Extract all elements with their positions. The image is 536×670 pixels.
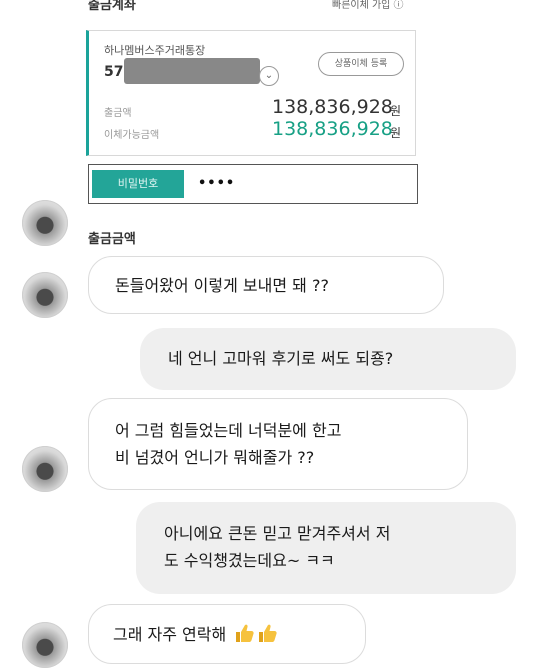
- balance-unit: 원: [390, 104, 402, 118]
- message-bubble-outgoing[interactable]: 아니에요 큰돈 믿고 맏겨주셔서 저 도 수익챙겼는데요~ ㅋㅋ: [136, 502, 516, 594]
- avatar[interactable]: [22, 200, 68, 246]
- message-text: 돈들어왔어 이렇게 보내면 돼 ??: [115, 276, 329, 295]
- withdraw-amount-label: 출금금액: [88, 232, 136, 247]
- message-text: 그래 자주 연락해: [113, 625, 227, 644]
- quick-transfer-link: 빠른이체 가입 ⓘ: [332, 0, 404, 11]
- password-label: 비밀번호: [92, 170, 184, 198]
- thumbs-up-icon: [259, 624, 277, 642]
- available-amount: 138,836,928: [272, 118, 393, 140]
- available-label: 이체가능금액: [104, 130, 160, 141]
- password-value: ••••: [198, 176, 236, 191]
- avatar[interactable]: [22, 446, 68, 492]
- avatar[interactable]: [22, 622, 68, 668]
- message-bubble-incoming[interactable]: 그래 자주 연락해: [88, 604, 366, 664]
- account-name: 하나멤버스주거래통장: [104, 44, 206, 57]
- available-unit: 원: [390, 126, 402, 140]
- balance-label: 출금액: [104, 108, 132, 119]
- message-line: 어 그럼 힘들었는데 너덕분에 한고: [115, 421, 342, 440]
- avatar[interactable]: [22, 272, 68, 318]
- account-number: 57: [104, 64, 124, 80]
- balance-amount: 138,836,928: [272, 96, 393, 118]
- message-line: 아니에요 큰돈 믿고 맏겨주셔서 저: [164, 524, 391, 543]
- message-line: 비 넘겼어 언니가 뭐해줄가 ??: [115, 448, 315, 467]
- message-bubble-incoming[interactable]: 어 그럼 힘들었는데 너덕분에 한고 비 넘겼어 언니가 뭐해줄가 ??: [88, 398, 468, 490]
- section-title: 출금계좌: [88, 0, 136, 13]
- thumbs-up-icon: [236, 624, 254, 642]
- message-text: 네 언니 고마워 후기로 써도 되죵?: [168, 349, 394, 368]
- message-bubble-incoming[interactable]: 돈들어왔어 이렇게 보내면 돼 ??: [88, 256, 444, 314]
- message-line: 도 수익챙겼는데요~ ㅋㅋ: [164, 551, 335, 570]
- chevron-down-icon: ⌄: [259, 66, 279, 86]
- redaction-mask: [124, 58, 260, 84]
- message-bubble-outgoing[interactable]: 네 언니 고마워 후기로 써도 되죵?: [140, 328, 516, 390]
- register-button: 상품이체 등록: [318, 52, 404, 76]
